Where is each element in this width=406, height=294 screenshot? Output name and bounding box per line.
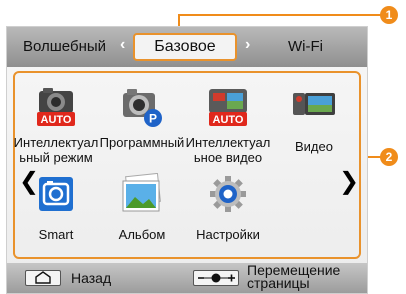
mode-item-smart-video[interactable]: AUTO Интеллектуальное видео [185,85,271,165]
zoom-lever-icon [193,270,239,286]
program-camera-icon: P [119,85,165,131]
album-icon [119,172,165,219]
home-key-icon [25,270,61,286]
mode-item-smart-auto[interactable]: AUTO Интеллектуальный режим [13,85,99,165]
mode-item-program[interactable]: P Программный [99,85,185,150]
mode-label: Smart [38,227,74,242]
callout-1: 1 [380,6,398,24]
mode-label: Интеллектуальное видео [185,135,271,165]
next-page-arrow-icon[interactable]: ❯ [339,167,359,196]
tab-wifi[interactable]: Wi-Fi [288,38,323,55]
mode-label: Программный [99,135,185,150]
bottom-help-bar: Назад Перемещение страницы [7,263,367,293]
tab-right-arrow-icon[interactable]: › [245,36,250,54]
tab-left-arrow-icon[interactable]: ‹ [120,36,125,54]
mode-item-video[interactable]: Видео [271,85,357,154]
settings-gear-icon [205,173,251,219]
svg-text:AUTO: AUTO [41,114,72,126]
video-camera-icon [291,85,337,131]
smart-auto-camera-icon: AUTO [33,85,79,131]
mode-item-album[interactable]: Альбом [99,172,185,242]
smart-icon [33,173,79,219]
smart-auto-video-icon: AUTO [205,85,251,131]
tab-magic[interactable]: Волшебный [23,38,106,55]
mode-label: Альбом [118,227,166,242]
prev-page-arrow-icon[interactable]: ❮ [19,167,39,196]
mode-label: Настройки [196,227,260,242]
callout-2: 2 [380,148,398,166]
back-label: Назад [71,270,112,286]
svg-text:P: P [149,112,157,126]
mode-label: Видео [295,139,333,154]
camera-screen: Волшебный ‹ Базовое › Wi-Fi AUTO Интелле… [6,26,368,294]
callout-1-line [178,14,381,16]
mode-tab-bar: Волшебный ‹ Базовое › Wi-Fi [7,27,367,67]
mode-item-settings[interactable]: Настройки [185,173,271,242]
tab-basic-selected[interactable]: Базовое [133,33,237,61]
svg-text:AUTO: AUTO [213,114,244,126]
mode-grid-panel: AUTO Интеллектуальный режим P Программны… [13,71,361,259]
mode-label: Интеллектуальный режим [13,135,99,165]
page-move-label-line2: страницы [247,275,310,291]
